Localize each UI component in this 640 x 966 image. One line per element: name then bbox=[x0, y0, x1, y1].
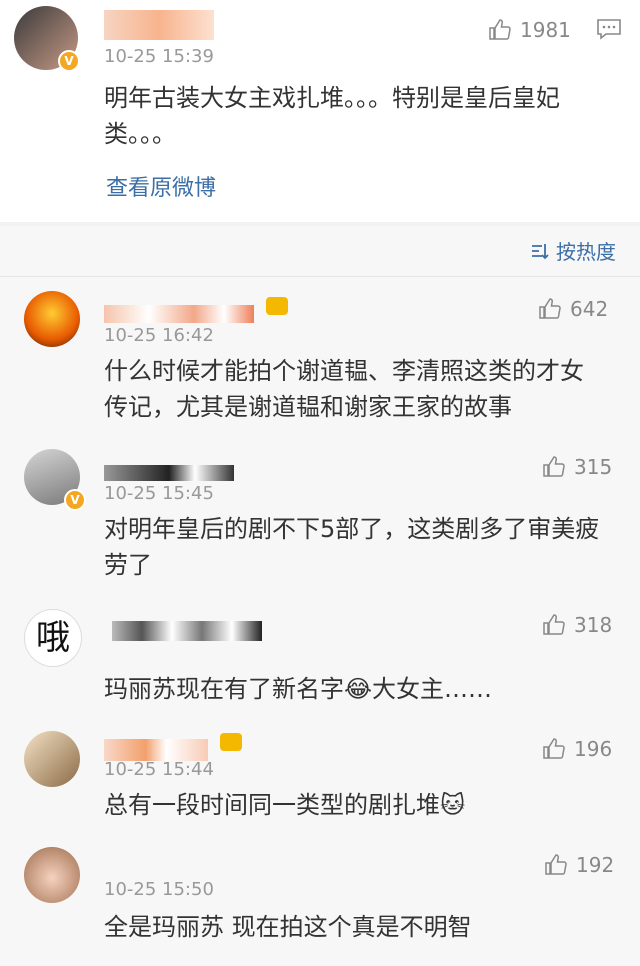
comment-item: 10-25 15:44 196 总有一段时间同一类型的剧扎堆🐱 bbox=[0, 713, 640, 832]
view-original-link[interactable]: 查看原微博 bbox=[106, 170, 216, 202]
thumbs-up-icon bbox=[545, 854, 567, 875]
like-count: 192 bbox=[576, 853, 615, 877]
verified-badge-icon: V bbox=[58, 50, 80, 72]
verified-badge-icon: V bbox=[64, 489, 86, 511]
post-time: 10-25 15:39 bbox=[104, 46, 214, 67]
thumbs-up-icon bbox=[539, 298, 561, 319]
username-mosaic bbox=[104, 10, 214, 40]
post-like-button[interactable]: 1981 bbox=[488, 18, 571, 42]
commenter-avatar[interactable] bbox=[24, 731, 80, 787]
comment-item: V 10-25 15:45 315 对明年皇后的剧不下5部了，这类剧多了审美疲劳… bbox=[0, 437, 640, 596]
thumbs-up-icon bbox=[543, 456, 565, 477]
like-count: 642 bbox=[570, 297, 609, 321]
like-count: 196 bbox=[574, 737, 613, 761]
sort-by-heat-button[interactable]: 按热度 bbox=[530, 236, 616, 265]
post-like-count: 1981 bbox=[520, 18, 571, 42]
commenter-avatar[interactable] bbox=[24, 291, 80, 347]
comment-item: 哦 318 玛丽苏现在有了新名字😂大女主…… bbox=[0, 595, 640, 714]
comment-text: 什么时候才能拍个谢道韫、李清照这类的才女传记，尤其是谢道韫和谢家王家的故事 bbox=[104, 357, 584, 421]
username-mosaic bbox=[104, 305, 254, 323]
comment-time: 10-25 15:45 bbox=[104, 483, 214, 504]
comment-text: 玛丽苏现在有了新名字😂大女主…… bbox=[104, 675, 493, 703]
original-post: V 10-25 15:39 1981 明年古装大女主戏扎堆。。。特别是皇后皇妃类… bbox=[0, 0, 640, 222]
post-text: 明年古装大女主戏扎堆。。。特别是皇后皇妃类。。。 bbox=[104, 84, 560, 148]
comment-time: 10-25 15:50 bbox=[104, 879, 214, 900]
sort-icon bbox=[532, 243, 549, 259]
crown-badge-icon bbox=[220, 733, 242, 751]
comment-time: 10-25 16:42 bbox=[104, 325, 214, 346]
comment-item: 10-25 16:42 642 什么时候才能拍个谢道韫、李清照这类的才女传记，尤… bbox=[0, 277, 640, 438]
comment-like-button[interactable]: 196 bbox=[542, 737, 612, 761]
comment-time: 10-25 15:44 bbox=[104, 759, 214, 780]
avatar-text: 哦 bbox=[36, 618, 70, 658]
sort-bar: 按热度 bbox=[0, 226, 640, 277]
comment-like-button[interactable]: 318 bbox=[542, 613, 612, 637]
commenter-avatar[interactable]: 哦 bbox=[24, 609, 82, 667]
thumbs-up-icon bbox=[489, 19, 511, 40]
comment-like-button[interactable]: 642 bbox=[538, 297, 608, 321]
comment-text: 全是玛丽苏 现在拍这个真是不明智 bbox=[104, 913, 472, 941]
like-count: 315 bbox=[574, 455, 613, 479]
thumbs-up-icon bbox=[543, 738, 565, 759]
comment-text: 总有一段时间同一类型的剧扎堆🐱 bbox=[104, 791, 466, 819]
sort-label: 按热度 bbox=[556, 240, 616, 264]
comment-icon[interactable] bbox=[596, 18, 622, 40]
username-mosaic bbox=[104, 739, 208, 761]
like-count: 318 bbox=[574, 613, 613, 637]
comment-item: 10-25 15:50 192 全是玛丽苏 现在拍这个真是不明智 bbox=[0, 831, 640, 966]
comment-like-button[interactable]: 192 bbox=[544, 853, 614, 877]
username-mosaic bbox=[104, 465, 234, 481]
thumbs-up-icon bbox=[543, 614, 565, 635]
comment-text: 对明年皇后的剧不下5部了，这类剧多了审美疲劳了 bbox=[104, 515, 600, 579]
commenter-avatar[interactable] bbox=[24, 847, 80, 903]
crown-badge-icon bbox=[266, 297, 288, 315]
username-mosaic bbox=[112, 621, 262, 641]
comment-like-button[interactable]: 315 bbox=[542, 455, 612, 479]
